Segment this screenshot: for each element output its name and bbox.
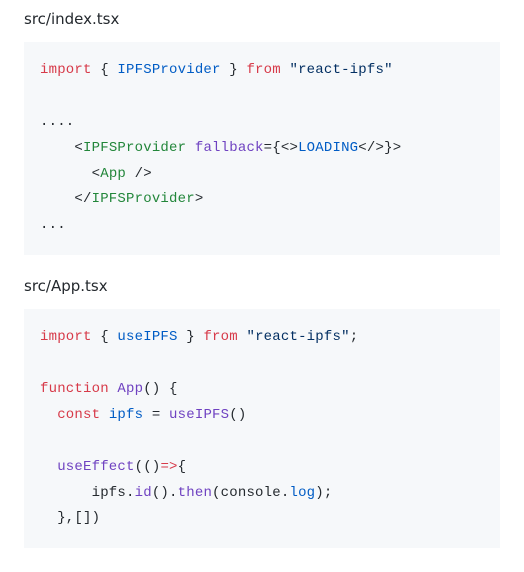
code-token: ={ [264, 140, 281, 156]
filename-label-2: src/App.tsx [24, 277, 500, 295]
code-token [40, 459, 57, 475]
code-token: / [367, 140, 376, 156]
code-token [40, 485, 92, 501]
code-token: ipfs [92, 485, 126, 501]
code-token: const [57, 407, 100, 423]
code-token: </ [74, 191, 91, 207]
code-token: ( [212, 485, 221, 501]
code-token [40, 166, 92, 182]
code-token: { [92, 329, 118, 345]
code-token [100, 407, 109, 423]
code-token: } [221, 62, 247, 78]
code-token: IPFSProvider [83, 140, 186, 156]
code-token: console [221, 485, 281, 501]
code-token: /> [126, 166, 152, 182]
code-token: id [135, 485, 152, 501]
filename-label-1: src/index.tsx [24, 10, 500, 28]
code-token: "react-ipfs" [246, 329, 349, 345]
code-token: { [178, 459, 187, 475]
code-token: from [246, 62, 280, 78]
code-token: (). [152, 485, 178, 501]
code-token: fallback [195, 140, 264, 156]
code-token: IPFSProvider [117, 62, 220, 78]
code-token: import [40, 329, 92, 345]
code-block-2: import { useIPFS } from "react-ipfs"; fu… [24, 309, 500, 548]
code-token: .... [40, 114, 74, 130]
code-token: > [195, 191, 204, 207]
code-token: then [178, 485, 212, 501]
code-token: IPFSProvider [92, 191, 195, 207]
code-token: < [74, 140, 83, 156]
code-token: } [178, 329, 204, 345]
code-token: () { [143, 381, 177, 397]
code-token: = [143, 407, 169, 423]
code-block-1: import { IPFSProvider } from "react-ipfs… [24, 42, 500, 255]
code-token [40, 140, 74, 156]
code-token: App [100, 166, 126, 182]
code-token: from [203, 329, 237, 345]
code-token [40, 407, 57, 423]
code-token: > [376, 140, 385, 156]
code-token: (() [135, 459, 161, 475]
code-token: useIPFS [169, 407, 229, 423]
code-token: log [289, 485, 315, 501]
code-token [186, 140, 195, 156]
code-token: }> [384, 140, 401, 156]
code-token: ; [350, 329, 359, 345]
code-token: LOADING [298, 140, 358, 156]
code-token: App [117, 381, 143, 397]
code-token: () [229, 407, 246, 423]
code-token: > [289, 140, 298, 156]
code-token: useEffect [57, 459, 134, 475]
code-token: "react-ipfs" [289, 62, 392, 78]
code-token [40, 191, 74, 207]
code-token: import [40, 62, 92, 78]
code-token: ipfs [109, 407, 143, 423]
code-token: . [126, 485, 135, 501]
code-token: ... [40, 217, 66, 233]
code-token: function [40, 381, 109, 397]
code-token: useIPFS [117, 329, 177, 345]
code-token [40, 510, 57, 526]
code-token: < [358, 140, 367, 156]
document-root: src/index.tsx import { IPFSProvider } fr… [0, 10, 524, 572]
code-token: < [92, 166, 101, 182]
code-token: ); [315, 485, 332, 501]
code-token: => [160, 459, 177, 475]
code-token: { [92, 62, 118, 78]
code-token: },[]) [57, 510, 100, 526]
